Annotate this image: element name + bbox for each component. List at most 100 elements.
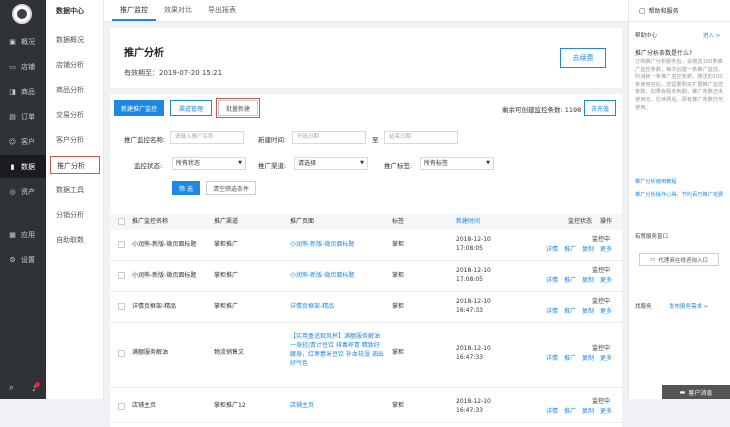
- subnav-item-promotion-analysis[interactable]: 推广分析: [50, 156, 100, 174]
- nav-item-assets[interactable]: ◎ 资产: [0, 180, 46, 203]
- subnav-item-self-fetch[interactable]: 自助取数: [50, 231, 100, 249]
- agent-consult-button[interactable]: ▭ 代理商在线咨询入口: [639, 253, 719, 266]
- status-filter-label: 监控状态:: [134, 162, 163, 170]
- nav-item-store[interactable]: ▭ 店铺: [0, 55, 46, 78]
- table-row: 满额服务解油 物流销售文 【实用盒适观风杯】满额服务解油一身轻|青计豆饮 排毒养…: [110, 324, 622, 388]
- subnav-item-data-tools[interactable]: 数据工具: [50, 181, 100, 199]
- more-link[interactable]: 更多: [600, 307, 612, 317]
- promote-link[interactable]: 推广: [564, 307, 576, 317]
- col-page: 推广页面: [290, 218, 315, 225]
- nav-item-apps[interactable]: ▦ 应用: [0, 223, 46, 246]
- page-link[interactable]: 店铺主页: [290, 401, 314, 411]
- renew-button[interactable]: 去续费: [560, 48, 606, 68]
- status-text: 监控中: [592, 298, 611, 305]
- col-actions: 操作: [600, 218, 613, 225]
- more-link[interactable]: 更多: [600, 245, 612, 255]
- row-checkbox[interactable]: [118, 241, 125, 248]
- copy-link[interactable]: 复制: [582, 245, 594, 255]
- nav-item-orders[interactable]: ▤ 订单: [0, 105, 46, 128]
- bell-icon[interactable]: ♪: [32, 381, 41, 393]
- promote-link[interactable]: 推广: [564, 276, 576, 286]
- secondary-sidebar: 数据中心 数据概况 店铺分析 商品分析 交易分析 客户分析 推广分析 数据工具 …: [46, 0, 104, 399]
- tutorial-link[interactable]: 推广分析使用教程: [635, 179, 727, 187]
- channel-management-button[interactable]: 渠道管理: [170, 100, 212, 116]
- new-monitor-button[interactable]: 新建推广监控: [114, 100, 164, 116]
- time-filter-label: 新建时间:: [258, 136, 287, 144]
- promote-link[interactable]: 推广: [564, 354, 576, 364]
- tab-effect-compare[interactable]: 效果对比: [156, 0, 200, 21]
- more-link[interactable]: 更多: [600, 407, 612, 417]
- row-checkbox[interactable]: [118, 272, 125, 279]
- monitor-list-card: 新建推广监控 渠道管理 批量新建 剩余可创建监控条数: 1198 去充值 推广监…: [110, 94, 622, 427]
- detail-link[interactable]: 详情: [546, 245, 558, 255]
- channel-select[interactable]: 请选择 ▼: [294, 157, 368, 170]
- nav-item-overview[interactable]: ▣ 概况: [0, 30, 46, 53]
- end-date-input[interactable]: 结束日期: [384, 131, 458, 144]
- col-status: 监控状态: [568, 218, 593, 225]
- copy-link[interactable]: 复制: [582, 354, 594, 364]
- detail-link[interactable]: 详情: [546, 354, 558, 364]
- tab-promotion-monitor[interactable]: 推广监控: [112, 0, 156, 21]
- detail-link[interactable]: 详情: [546, 407, 558, 417]
- row-checkbox[interactable]: [118, 303, 125, 310]
- more-link[interactable]: 更多: [600, 354, 612, 364]
- assets-icon: ◎: [9, 187, 16, 196]
- tips-link[interactable]: 推广分析操作心得，节约百万推广花费: [635, 192, 727, 200]
- faq-text: 订购推广分析服务后，会赠送100条推广监控条数，每次创建一条推广监控，所消耗一条…: [635, 59, 724, 111]
- apps-icon: ▦: [9, 230, 16, 239]
- table-row: 小润熊-新版-微页面标题 掌柜推广 小润熊-新版-微页面标题 掌柜 2018-1…: [110, 231, 622, 261]
- col-tag: 标签: [392, 218, 405, 225]
- copy-link[interactable]: 复制: [582, 407, 594, 417]
- nav-item-goods[interactable]: ◨ 商品: [0, 80, 46, 103]
- more-link[interactable]: 更多: [600, 276, 612, 286]
- nav-item-data[interactable]: ▮ 数据: [0, 155, 46, 178]
- filter-button[interactable]: 筛 选: [172, 181, 200, 195]
- status-select[interactable]: 所有状态 ▼: [172, 157, 246, 170]
- store-icon: ▭: [9, 62, 16, 71]
- page-link[interactable]: 详情页框架-精品: [290, 302, 334, 312]
- search-icon[interactable]: ⌕: [9, 383, 14, 393]
- start-date-input[interactable]: 开始日期: [292, 131, 366, 144]
- page-link[interactable]: 【实用盒适观风杯】满额服务解油一身轻|青计豆饮 排毒养青 精致好腰身，红枣薏米豆…: [290, 332, 384, 368]
- promote-link[interactable]: 推广: [564, 245, 576, 255]
- caret-down-icon: ▼: [238, 160, 242, 166]
- nav-item-customers[interactable]: ☺ 客户: [0, 130, 46, 153]
- tab-export-report[interactable]: 导出报表: [200, 0, 244, 21]
- page-link[interactable]: 小润熊-新版-微页面标题: [290, 240, 354, 250]
- col-channel: 推广渠道: [214, 218, 239, 225]
- subnav-item-distribution[interactable]: 分销分析: [50, 206, 100, 224]
- subnav-item-trade-analysis[interactable]: 交易分析: [50, 106, 100, 124]
- name-filter-input[interactable]: 请输入推广名称: [170, 131, 244, 144]
- copy-link[interactable]: 复制: [582, 307, 594, 317]
- row-checkbox[interactable]: [118, 403, 125, 410]
- subnav-item-store-analysis[interactable]: 店铺分析: [50, 56, 100, 74]
- caret-down-icon: ▼: [486, 160, 490, 166]
- service-window-title: 有赞服务窗口: [635, 234, 669, 240]
- subnav-item-goods-analysis[interactable]: 商品分析: [50, 81, 100, 99]
- store-logo[interactable]: [12, 4, 32, 24]
- select-all-checkbox[interactable]: [118, 218, 125, 225]
- channel-filter-label: 推广渠道:: [258, 162, 287, 170]
- tag-select[interactable]: 所有标签 ▼: [420, 157, 494, 170]
- subnav-item-overview[interactable]: 数据概况: [50, 31, 100, 49]
- copy-link[interactable]: 复制: [582, 276, 594, 286]
- batch-new-button[interactable]: 批量新建: [216, 98, 260, 118]
- subnav-item-customer-analysis[interactable]: 客户分析: [50, 131, 100, 149]
- detail-link[interactable]: 详情: [546, 276, 558, 286]
- col-created-time[interactable]: 新建时间: [456, 217, 480, 227]
- chat-icon: ▭: [650, 256, 656, 263]
- message-icon: ▬: [679, 388, 686, 396]
- help-center-enter-link[interactable]: 进入 >: [703, 31, 720, 39]
- date-range-separator: 至: [372, 136, 379, 144]
- overview-icon: ▣: [9, 37, 16, 46]
- promote-link[interactable]: 推广: [564, 407, 576, 417]
- row-checkbox[interactable]: [118, 350, 125, 357]
- sidebar-footer: ⌕ ♪: [0, 377, 46, 399]
- detail-link[interactable]: 详情: [546, 307, 558, 317]
- clear-filters-button[interactable]: 清空筛选条件: [206, 181, 256, 195]
- page-link[interactable]: 小润熊-新版-微页面标题: [290, 271, 354, 281]
- customer-message-button[interactable]: ▬ 客户消息: [662, 385, 730, 399]
- nav-item-settings[interactable]: ⚙ 设置: [0, 248, 46, 271]
- recharge-button[interactable]: 去充值: [584, 100, 616, 116]
- publish-demand-link[interactable]: 发布服务需求 >: [669, 302, 708, 310]
